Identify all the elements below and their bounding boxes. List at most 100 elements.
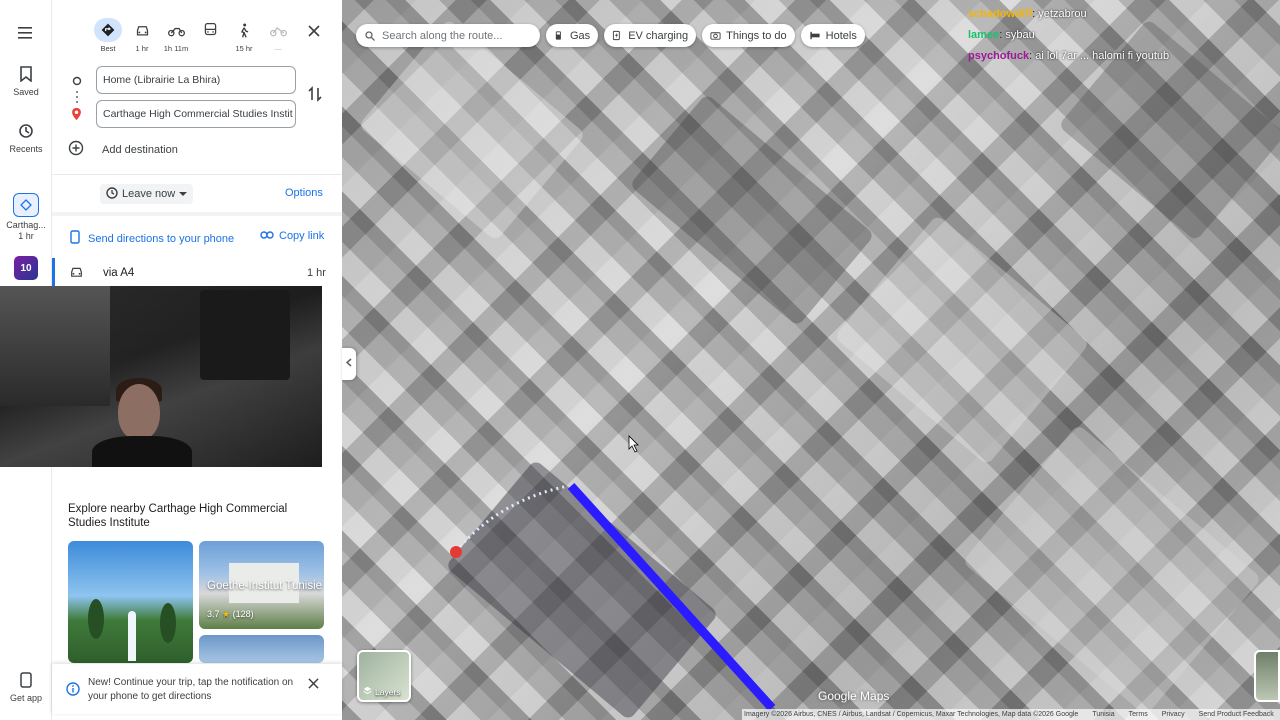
menu-icon [18, 27, 34, 42]
active-item-sub: 1 hr [18, 231, 34, 241]
mode-walk-label: 15 hr [235, 44, 253, 53]
route-option[interactable]: via A4 1 hr [52, 258, 342, 288]
route-dots-icon [75, 90, 79, 107]
origin-input[interactable]: Home (Librairie La Bhira) [96, 66, 296, 94]
app-icon: 10 [14, 256, 38, 280]
get-app-button[interactable]: Get app [0, 672, 52, 703]
clock-icon [106, 186, 118, 202]
layers-button[interactable]: Layers [357, 650, 411, 702]
bookmark-icon [19, 66, 33, 84]
search-placeholder: Search along the route... [382, 29, 503, 42]
copy-link-button[interactable]: Copy link [260, 230, 324, 242]
explore-card-goethe[interactable]: Goethe-Institut Tunisie 3.7 ★ (128) [199, 541, 324, 629]
add-destination-button[interactable]: Add destination [68, 140, 178, 159]
chat-message: psychofuck: ai lol 7ar ... halomi fi you… [968, 50, 1170, 62]
mode-walk[interactable]: 15 hr [230, 18, 258, 53]
mode-motorcycle[interactable]: 1h 11m [162, 18, 190, 53]
notification-banner: New! Continue your trip, tap the notific… [52, 664, 342, 714]
active-item-label: Carthag... [6, 220, 46, 230]
caret-down-icon [179, 188, 188, 200]
travel-mode-tabs: Best 1 hr 1h 11m 15 hr — [94, 18, 292, 53]
mode-best-label: Best [100, 44, 116, 53]
explore-card[interactable] [199, 635, 324, 663]
chip-ev-charging[interactable]: EV charging [604, 24, 697, 47]
get-app-label: Get app [9, 693, 43, 703]
close-icon [308, 676, 319, 693]
search-along-route-input[interactable]: Search along the route... [356, 24, 540, 47]
chat-user: lamee [968, 29, 1000, 41]
destination-pin-icon [71, 107, 82, 124]
destination-input[interactable]: Carthage High Commercial Studies Instit [96, 100, 296, 128]
google-maps-logo: Google Maps [818, 689, 890, 703]
stream-chat-overlay: schadowdiff: yetzabrou lamee: sybau psyc… [968, 4, 1169, 67]
phone-icon [70, 230, 80, 247]
history-icon [18, 124, 34, 141]
add-circle-icon [68, 140, 84, 159]
footer-link[interactable]: Tunisia [1092, 711, 1114, 718]
webcam-overlay [0, 286, 322, 467]
gas-station-icon [554, 30, 565, 41]
bed-icon [809, 30, 821, 41]
review-count: (128) [232, 609, 254, 619]
explore-card[interactable] [68, 541, 193, 663]
destination-pin [450, 546, 462, 558]
menu-button[interactable] [0, 26, 52, 42]
camera-icon [710, 30, 721, 41]
car-icon [128, 18, 156, 42]
notification-text: New! Continue your trip, tap the notific… [88, 677, 294, 702]
webcam-poster [200, 290, 290, 380]
leave-now-label: Leave now [122, 188, 176, 200]
palm-tree [88, 599, 104, 639]
options-button[interactable]: Options [285, 187, 323, 199]
saved-button[interactable]: Saved [0, 66, 52, 97]
recents-button[interactable]: Recents [0, 123, 52, 154]
app-badge[interactable]: 10 [0, 256, 52, 280]
footer-link[interactable]: Privacy [1162, 711, 1185, 718]
active-directions-item[interactable]: Carthag... 1 hr [0, 193, 52, 241]
chip-things-label: Things to do [726, 29, 787, 42]
send-to-phone-button[interactable]: Send directions to your phone [70, 230, 234, 247]
explore-nearby-title: Explore nearby Carthage High Commercial … [68, 503, 288, 529]
chat-text: sybau [1005, 29, 1035, 41]
route-via: via A4 [103, 267, 135, 279]
mode-motorcycle-label: 1h 11m [163, 44, 189, 53]
map-chips: Search along the route... Gas EV chargin… [356, 24, 865, 47]
car-icon [69, 266, 84, 281]
saved-label: Saved [13, 87, 39, 97]
recents-label: Recents [9, 144, 43, 154]
directions-icon [94, 18, 122, 42]
mode-transit[interactable] [196, 18, 224, 53]
mode-bike[interactable]: — [264, 18, 292, 53]
chat-text: ai lol 7ar ... halomi fi youtub [1035, 50, 1170, 62]
layers-label-wrap: Layers [363, 686, 401, 697]
place-rating: 3.7 ★ (128) [207, 609, 254, 620]
divider [52, 212, 342, 216]
swap-directions-button[interactable] [308, 86, 322, 105]
footer-link[interactable]: Terms [1129, 711, 1148, 718]
street-view-thumbnail[interactable] [1254, 650, 1280, 702]
chip-things-to-do[interactable]: Things to do [702, 24, 795, 47]
dismiss-notification-button[interactable] [308, 676, 319, 693]
divider [52, 174, 342, 175]
mode-car[interactable]: 1 hr [128, 18, 156, 53]
collapse-panel-button[interactable] [342, 348, 356, 380]
chip-ev-label: EV charging [628, 29, 689, 42]
bicycle-icon [264, 18, 292, 42]
chip-hotels[interactable]: Hotels [800, 24, 865, 47]
chat-text: yetzabrou [1038, 8, 1087, 20]
directions-icon [13, 193, 39, 217]
leave-now-dropdown[interactable]: Leave now [100, 184, 194, 204]
chip-gas[interactable]: Gas [546, 24, 599, 47]
layers-label: Layers [375, 686, 401, 697]
place-name: Goethe-Institut Tunisie [207, 580, 323, 592]
footer-link[interactable]: Send Product Feedback [1199, 711, 1274, 718]
chat-user: psychofuck [968, 50, 1030, 62]
mode-best[interactable]: Best [94, 18, 122, 53]
close-directions-button[interactable] [308, 24, 320, 42]
chip-hotels-label: Hotels [825, 29, 857, 42]
star-icon: ★ [222, 609, 231, 619]
bus-icon [196, 18, 224, 42]
attribution-text: Imagery ©2026 Airbus, CNES / Airbus, Lan… [744, 711, 1079, 718]
driving-route-line [567, 482, 776, 712]
mode-car-label: 1 hr [135, 44, 149, 53]
